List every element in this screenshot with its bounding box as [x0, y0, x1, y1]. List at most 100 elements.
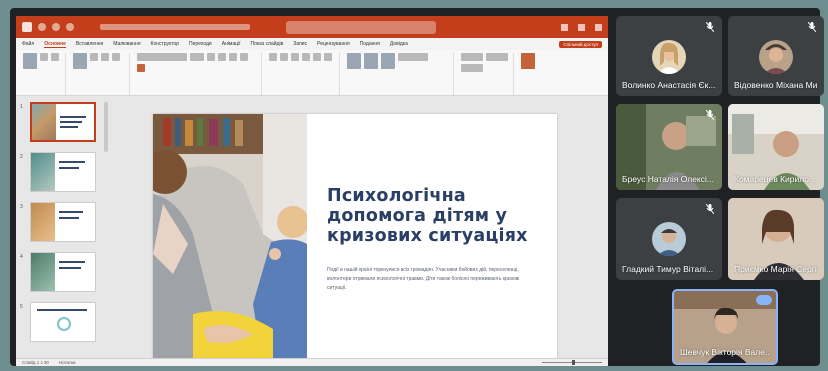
- notes-button[interactable]: Нотатки: [59, 360, 76, 365]
- zoom-knob[interactable]: [572, 360, 575, 365]
- participant-tile[interactable]: Бреус Наталія Олексі...: [616, 104, 722, 190]
- ppt-workspace: 1 2 3 4 5 Психологічна допомога дітям у …: [16, 96, 608, 366]
- thumbnail-number: 3: [20, 204, 23, 210]
- save-icon[interactable]: [52, 23, 60, 31]
- share-button[interactable]: Спільний доступ: [559, 40, 602, 48]
- replace-button[interactable]: [486, 53, 508, 61]
- thumbnail-scrollbar[interactable]: [104, 102, 108, 152]
- strikethrough-icon[interactable]: [240, 53, 248, 61]
- slide-thumbnail[interactable]: [30, 152, 96, 192]
- bullets-icon[interactable]: [269, 53, 277, 61]
- search-box[interactable]: [286, 20, 436, 34]
- designer-icon[interactable]: [521, 53, 535, 69]
- mic-muted-icon: [706, 110, 714, 120]
- arrange-icon[interactable]: [364, 53, 378, 69]
- tab-record[interactable]: Запис: [293, 41, 307, 47]
- participant-name: Гладкий Тимур Віталі...: [622, 264, 714, 274]
- thumbnail-row[interactable]: 5: [18, 302, 104, 346]
- align-right-icon[interactable]: [313, 53, 321, 61]
- slide-thumbnail[interactable]: [30, 102, 96, 142]
- ribbon-group-editing: [458, 53, 514, 95]
- ribbon-group-font: [134, 53, 262, 95]
- italic-icon[interactable]: [218, 53, 226, 61]
- current-slide[interactable]: Психологічна допомога дітям у кризових с…: [153, 114, 557, 366]
- font-color-icon[interactable]: [137, 64, 145, 72]
- thumbnail-row[interactable]: 2: [18, 152, 104, 196]
- tab-review[interactable]: Рецензування: [317, 41, 350, 47]
- select-button[interactable]: [461, 64, 483, 72]
- bold-icon[interactable]: [207, 53, 215, 61]
- avatar: [652, 40, 686, 74]
- ribbon-group-designer: [518, 53, 558, 95]
- document-name: [100, 24, 250, 30]
- paste-icon[interactable]: [23, 53, 37, 69]
- cut-icon[interactable]: [40, 53, 48, 61]
- thumbnail-row[interactable]: 4: [18, 252, 104, 296]
- tab-file[interactable]: Файл: [22, 41, 34, 47]
- align-center-icon[interactable]: [302, 53, 310, 61]
- section-icon[interactable]: [112, 53, 120, 61]
- layout-icon[interactable]: [90, 53, 98, 61]
- align-left-icon[interactable]: [291, 53, 299, 61]
- ribbon-group-clipboard: [20, 53, 66, 95]
- participant-name: Бреус Наталія Олексі...: [622, 174, 714, 184]
- tab-slideshow[interactable]: Показ слайдів: [251, 41, 284, 47]
- mic-muted-icon: [706, 22, 714, 32]
- font-family-select[interactable]: [137, 53, 187, 61]
- slide-thumbnail[interactable]: [30, 302, 96, 342]
- ribbon-group-paragraph: [266, 53, 340, 95]
- thumbnail-number: 5: [20, 304, 23, 310]
- tab-animations[interactable]: Анімації: [222, 41, 241, 47]
- tab-transitions[interactable]: Переходи: [189, 41, 212, 47]
- slide-thumbnail[interactable]: [30, 202, 96, 242]
- thumbnail-number: 4: [20, 254, 23, 260]
- slide-photo: [153, 114, 307, 366]
- minimize-icon[interactable]: [561, 23, 568, 31]
- avatar: [652, 222, 686, 256]
- shape-fill-button[interactable]: [398, 53, 428, 61]
- zoom-slider[interactable]: [542, 360, 602, 365]
- autosave-toggle-icon[interactable]: [38, 23, 46, 31]
- participant-tile[interactable]: Комарецев Кирило...: [728, 104, 824, 190]
- participant-name: Комарецев Кирило...: [734, 174, 817, 184]
- maximize-icon[interactable]: [578, 23, 585, 31]
- reset-icon[interactable]: [101, 53, 109, 61]
- numbering-icon[interactable]: [280, 53, 288, 61]
- tab-draw[interactable]: Малювання: [113, 41, 140, 47]
- slide-thumbnails: 1 2 3 4 5: [18, 102, 104, 354]
- undo-icon[interactable]: [66, 23, 74, 31]
- thumbnail-row[interactable]: 1: [18, 102, 104, 146]
- participant-tile[interactable]: Приємко Марія Сергі...: [728, 198, 824, 280]
- shapes-icon[interactable]: [347, 53, 361, 69]
- participant-tile[interactable]: Гладкий Тимур Віталі...: [616, 198, 722, 280]
- slide-thumbnail[interactable]: [30, 252, 96, 292]
- justify-icon[interactable]: [324, 53, 332, 61]
- copy-icon[interactable]: [51, 53, 59, 61]
- tab-help[interactable]: Довідка: [390, 41, 408, 47]
- ppt-titlebar: [16, 16, 608, 38]
- tab-home[interactable]: Основне: [44, 41, 66, 48]
- slide-counter: Слайд 1 з 30: [22, 360, 49, 365]
- ribbon-tabs: Файл Основне Вставлення Малювання Констр…: [16, 38, 608, 50]
- participant-name: Волинко Анастасія Єк...: [622, 80, 716, 90]
- thumbnail-row[interactable]: 3: [18, 202, 104, 246]
- participant-tile[interactable]: Волинко Анастасія Єк...: [616, 16, 722, 96]
- close-icon[interactable]: [595, 23, 602, 31]
- participant-tile-self[interactable]: Шевчук Вікторія Вале...: [672, 289, 778, 365]
- tab-design[interactable]: Конструктор: [151, 41, 180, 47]
- slide-title: Психологічна допомога дітям у кризових с…: [327, 186, 528, 246]
- more-options-button[interactable]: [756, 295, 772, 305]
- find-button[interactable]: [461, 53, 483, 61]
- new-slide-icon[interactable]: [73, 53, 87, 69]
- tab-view[interactable]: Подання: [360, 41, 380, 47]
- quick-styles-icon[interactable]: [381, 53, 395, 69]
- participant-name: Приємко Марія Сергі...: [734, 264, 818, 274]
- ribbon: [16, 50, 608, 96]
- underline-icon[interactable]: [229, 53, 237, 61]
- powerpoint-window: Файл Основне Вставлення Малювання Констр…: [16, 16, 608, 366]
- font-size-select[interactable]: [190, 53, 204, 61]
- tab-insert[interactable]: Вставлення: [76, 41, 103, 47]
- participant-tile[interactable]: Відовенко Міхана Мик...: [728, 16, 824, 96]
- mic-muted-icon: [706, 204, 714, 214]
- mic-muted-icon: [808, 22, 816, 32]
